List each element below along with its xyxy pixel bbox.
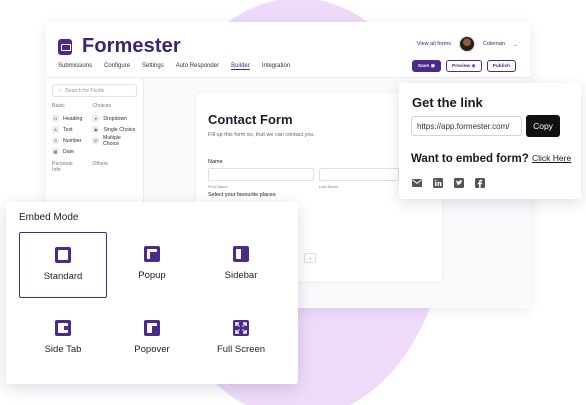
embed-option-standard[interactable]: Standard	[19, 232, 107, 298]
number-icon: 9	[52, 137, 59, 144]
user-name[interactable]: Coleman	[483, 41, 505, 47]
field-heading[interactable]: H Heading	[52, 113, 82, 124]
first-name-field[interactable]	[208, 168, 314, 181]
chevron-down-icon[interactable]: ⌄	[513, 41, 518, 48]
save-icon: ▣	[430, 63, 435, 69]
embed-option-full-screen[interactable]: Full Screen	[197, 306, 285, 372]
save-button[interactable]: Save ▣	[411, 60, 441, 72]
embed-option-side-tab[interactable]: Side Tab	[19, 306, 107, 372]
form-url-field[interactable]: https://app.formester.com/	[411, 116, 522, 136]
full-screen-icon	[233, 320, 249, 336]
dropdown-icon: ▾	[92, 115, 100, 122]
eye-icon: ◉	[471, 63, 476, 69]
field-text[interactable]: A Text	[52, 124, 82, 135]
nav-auto-responder[interactable]: Auto Responder	[176, 63, 219, 69]
field-date[interactable]: ▦ Date	[52, 146, 82, 157]
basic-column: Basic H Heading A Text 9 Number ▦ Date Perso…	[52, 103, 82, 177]
field-groups: Basic H Heading A Text 9 Number ▦ Date Perso…	[46, 97, 143, 177]
save-label: Save	[417, 63, 430, 69]
top-right-bar: View all forms Coleman ⌄	[417, 36, 518, 52]
embed-option-popover[interactable]: Popover	[108, 306, 196, 372]
field-dropdown-label: Dropdown	[103, 115, 127, 122]
field-dropdown[interactable]: ▾ Dropdown	[92, 113, 137, 124]
embed-option-label: Side Tab	[44, 344, 82, 355]
field-text-label: Text	[63, 126, 73, 133]
avatar[interactable]	[458, 36, 475, 52]
select-label: Select your favourite places	[208, 192, 276, 198]
field-multiple-choice-label: Multiple Choice	[103, 134, 121, 147]
field-multiple-choice[interactable]: ☑ Multiple Choice	[92, 134, 137, 147]
popover-icon	[144, 320, 160, 336]
side-tab-icon	[55, 320, 71, 336]
field-number[interactable]: 9 Number	[52, 135, 82, 146]
heading-icon: H	[52, 115, 59, 122]
embed-mode-card: Embed Mode Standard Popup Sidebar Side T…	[6, 202, 298, 384]
email-icon[interactable]	[412, 178, 422, 188]
radio-icon: ◉	[92, 126, 100, 133]
sidebar-icon	[233, 246, 249, 262]
preview-button[interactable]: Preview ◉	[446, 60, 482, 72]
embed-mode-title: Embed Mode	[19, 212, 79, 223]
checkbox-icon: ☑	[92, 137, 100, 144]
text-icon: A	[52, 126, 59, 133]
chevron-down-icon[interactable]: ⌄	[304, 253, 316, 263]
publish-label: Publish	[492, 63, 510, 69]
builder-nav: Submissions Configure Settings Auto Resp…	[58, 63, 302, 69]
preview-label: Preview	[452, 63, 471, 69]
embed-option-label: Full Screen	[216, 344, 266, 355]
click-here-link[interactable]: Click Here	[532, 153, 571, 163]
brand[interactable]: Formester	[58, 35, 181, 58]
field-date-label: Date	[63, 148, 74, 155]
embed-option-label: Standard	[43, 271, 83, 282]
search-placeholder: Search for Fields	[65, 87, 105, 94]
choices-column: Choices ▾ Dropdown ◉ Single Choice ☑ Multip…	[92, 103, 137, 177]
view-all-forms-link[interactable]: View all forms	[417, 41, 451, 47]
personal-info-header: Personal Info	[52, 161, 73, 173]
embed-option-sidebar[interactable]: Sidebar	[197, 232, 285, 298]
field-heading-label: Heading	[63, 115, 83, 122]
copy-button[interactable]: Copy	[526, 115, 560, 137]
name-label: Name	[208, 159, 223, 165]
get-link-card: Get the link https://app.formester.com/ …	[399, 83, 581, 199]
search-icon: ○	[58, 87, 62, 94]
form-subtitle[interactable]: Fill up this form so, that we can contac…	[208, 132, 315, 138]
field-single-choice-label: Single Choice	[103, 126, 136, 133]
embed-question: Want to embed form?	[411, 153, 529, 165]
get-link-title: Get the link	[412, 95, 483, 110]
last-name-field[interactable]	[319, 168, 399, 181]
embed-option-popup[interactable]: Popup	[108, 232, 196, 298]
linkedin-icon[interactable]	[433, 178, 443, 188]
nav-settings[interactable]: Settings	[142, 63, 164, 69]
publish-button[interactable]: Publish	[486, 60, 516, 72]
formester-logo-icon	[58, 38, 72, 55]
twitter-icon[interactable]	[454, 178, 464, 188]
embed-option-label: Sidebar	[224, 270, 258, 281]
standard-icon	[55, 247, 71, 263]
others-header: Others	[92, 161, 108, 167]
calendar-icon: ▦	[52, 148, 59, 155]
action-buttons: Save ▣ Preview ◉ Publish	[411, 60, 516, 72]
last-name-caption: Last Name	[319, 184, 339, 189]
nav-configure[interactable]: Configure	[104, 63, 130, 69]
field-single-choice[interactable]: ◉ Single Choice	[92, 124, 137, 135]
popup-icon	[144, 246, 160, 262]
choices-header: Choices	[92, 103, 112, 109]
embed-option-label: Popup	[138, 270, 166, 281]
first-name-caption: First Name	[208, 184, 228, 189]
nav-submissions[interactable]: Submissions	[58, 63, 92, 69]
facebook-icon[interactable]	[475, 178, 485, 188]
embed-option-label: Popover	[134, 344, 170, 355]
share-icons	[412, 178, 485, 188]
nav-builder[interactable]: Builder	[231, 63, 250, 69]
basic-header: Basic	[52, 103, 65, 109]
brand-name: Formester	[82, 35, 181, 57]
nav-integration[interactable]: Integration	[262, 63, 290, 69]
field-search-input[interactable]: ○ Search for Fields	[52, 84, 137, 97]
field-number-label: Number	[63, 137, 82, 144]
form-title[interactable]: Contact Form	[208, 112, 293, 127]
